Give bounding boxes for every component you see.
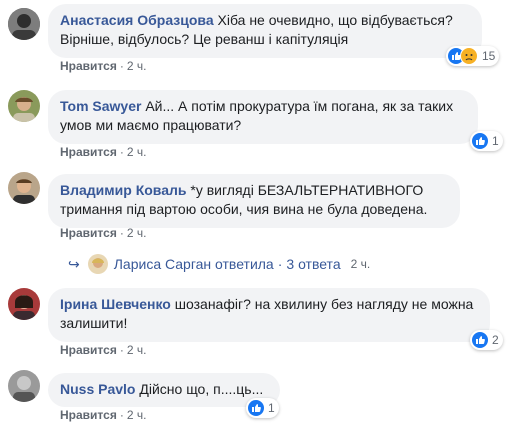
comment-actions: Нравится · 2 ч. bbox=[60, 226, 146, 240]
reaction-count-value: 2 bbox=[492, 333, 499, 347]
comment-author[interactable]: Анастасия Образцова bbox=[60, 12, 214, 28]
separator: · bbox=[277, 256, 283, 272]
like-icon bbox=[472, 332, 488, 348]
reply-arrow-icon: ↪ bbox=[68, 255, 80, 272]
separator: · bbox=[119, 226, 124, 240]
reaction-count[interactable]: 15 bbox=[446, 46, 500, 66]
like-icon bbox=[248, 400, 264, 416]
comment-actions: Нравится · 2 ч. bbox=[60, 343, 146, 357]
comment-text-line2: тримання під вартою особи, чия вина не б… bbox=[60, 201, 428, 217]
comment-author[interactable]: Nuss Pavlo bbox=[60, 381, 135, 397]
comment-text-line2: умов ми маємо працювати? bbox=[60, 117, 242, 133]
reaction-count[interactable]: 1 bbox=[470, 131, 503, 151]
like-button[interactable]: Нравится bbox=[60, 226, 117, 240]
avatar[interactable] bbox=[8, 370, 40, 402]
comment-bubble: Ірина Шевченко шозанафіг? на хвилину без… bbox=[48, 288, 490, 342]
reply-text[interactable]: Лариса Сарган ответила bbox=[114, 256, 274, 272]
view-replies-link[interactable]: ↪ Лариса Сарган ответила · 3 ответа 2 ч. bbox=[68, 254, 370, 274]
comment-bubble: Nuss Pavlo Дійсно що, п....ць... bbox=[48, 373, 280, 407]
reaction-count-value: 1 bbox=[268, 401, 275, 415]
reaction-count-value: 1 bbox=[492, 134, 499, 148]
comment-text: Ай... А потім прокуратура їм погана, як … bbox=[141, 98, 454, 114]
comment-time[interactable]: 2 ч. bbox=[127, 59, 147, 73]
comment-time[interactable]: 2 ч. bbox=[127, 226, 147, 240]
comment-author[interactable]: Tom Sawyer bbox=[60, 98, 141, 114]
comment-bubble: Владимир Коваль *у вигляді БЕЗАЛЬТЕРНАТИ… bbox=[48, 174, 460, 228]
reply-count[interactable]: 3 ответа bbox=[286, 256, 340, 272]
reply-time[interactable]: 2 ч. bbox=[351, 257, 371, 271]
separator: · bbox=[119, 343, 124, 357]
like-button[interactable]: Нравится bbox=[60, 343, 117, 357]
avatar[interactable] bbox=[8, 172, 40, 204]
comment-author[interactable]: Владимир Коваль bbox=[60, 182, 187, 198]
avatar[interactable] bbox=[8, 8, 40, 40]
comment-actions: Нравится · 2 ч. bbox=[60, 408, 146, 422]
sad-icon bbox=[460, 47, 478, 65]
comment-text: Хіба не очевидно, що відбувається? bbox=[213, 12, 453, 28]
separator: · bbox=[119, 408, 124, 422]
avatar[interactable] bbox=[8, 90, 40, 122]
like-button[interactable]: Нравится bbox=[60, 145, 117, 159]
comment-time[interactable]: 2 ч. bbox=[127, 343, 147, 357]
reaction-count[interactable]: 1 bbox=[246, 398, 279, 418]
like-button[interactable]: Нравится bbox=[60, 408, 117, 422]
comment-time[interactable]: 2 ч. bbox=[127, 408, 147, 422]
comment-bubble: Tom Sawyer Ай... А потім прокуратура їм … bbox=[48, 90, 478, 144]
comment-text-line2: Вірніше, відбулось? Це реванш і капітуля… bbox=[60, 31, 349, 47]
separator: · bbox=[119, 59, 124, 73]
reply-avatar bbox=[87, 254, 108, 274]
comment-text: *у вигляді БЕЗАЛЬТЕРНАТИВНОГО bbox=[186, 182, 424, 198]
comment-actions: Нравится · 2 ч. bbox=[60, 59, 146, 73]
comment-text: Дійсно що, п....ць... bbox=[135, 381, 264, 397]
comment-author[interactable]: Ірина Шевченко bbox=[60, 296, 171, 312]
reaction-count-value: 15 bbox=[482, 49, 496, 63]
like-button[interactable]: Нравится bbox=[60, 59, 117, 73]
separator: · bbox=[119, 145, 124, 159]
comment-time[interactable]: 2 ч. bbox=[127, 145, 147, 159]
comment-bubble: Анастасия Образцова Хіба не очевидно, що… bbox=[48, 4, 482, 58]
like-icon bbox=[472, 133, 488, 149]
comment-text: шозанафіг? на хвилину без нагляду не мож… bbox=[170, 296, 474, 312]
comment-actions: Нравится · 2 ч. bbox=[60, 145, 146, 159]
reaction-count[interactable]: 2 bbox=[470, 330, 503, 350]
avatar[interactable] bbox=[8, 288, 40, 320]
comment-text-line2: залишити! bbox=[60, 315, 128, 331]
